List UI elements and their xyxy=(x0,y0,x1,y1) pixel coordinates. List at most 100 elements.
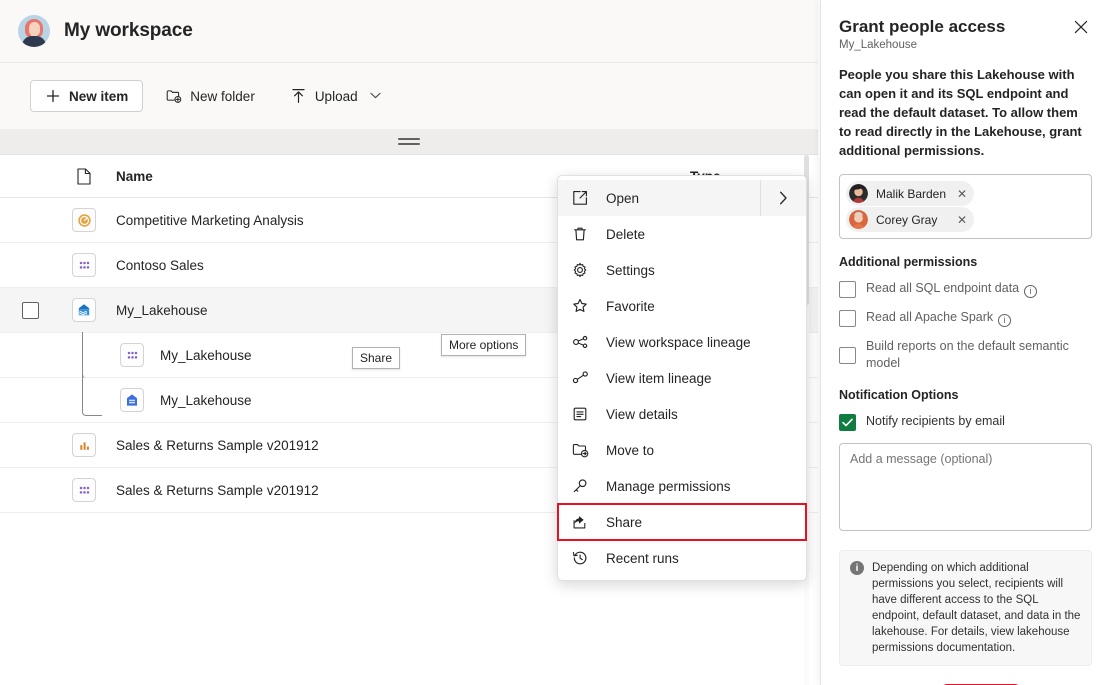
panel-title: Grant people access xyxy=(839,16,1005,38)
share-icon xyxy=(572,514,592,530)
message-input[interactable] xyxy=(839,443,1092,531)
menu-item-manage-permissions[interactable]: Manage permissions xyxy=(558,468,806,504)
permission-label: Read all SQL endpoint data xyxy=(866,281,1019,295)
info-icon: i xyxy=(850,561,864,575)
menu-item-label: Delete xyxy=(606,227,645,242)
note-text: Depending on which additional permission… xyxy=(872,560,1081,656)
tree-connector xyxy=(82,356,102,416)
upload-button[interactable]: Upload xyxy=(278,80,394,112)
semantic-model-icon xyxy=(60,343,152,367)
menu-item-open[interactable]: Open xyxy=(558,180,806,216)
lineage-icon xyxy=(572,334,592,350)
menu-item-settings[interactable]: Settings xyxy=(558,252,806,288)
menu-item-label: View workspace lineage xyxy=(606,335,751,350)
lakehouse-icon xyxy=(60,298,108,322)
checkbox-notify-recipients[interactable] xyxy=(839,414,856,431)
menu-item-label: Recent runs xyxy=(606,551,679,566)
panel-subtitle: My_Lakehouse xyxy=(839,39,1005,51)
drag-handle-icon[interactable] xyxy=(398,138,420,146)
report-icon xyxy=(60,433,108,457)
menu-item-label: Favorite xyxy=(606,299,655,314)
history-icon xyxy=(572,550,592,566)
remove-icon[interactable]: ✕ xyxy=(954,213,970,227)
permission-row-build-reports[interactable]: Build reports on the default semantic mo… xyxy=(839,338,1092,372)
avatar xyxy=(849,184,868,203)
new-folder-icon xyxy=(166,88,182,104)
gear-icon xyxy=(572,262,592,278)
row-checkbox[interactable] xyxy=(0,302,60,319)
menu-item-label: Share xyxy=(606,515,642,530)
permission-label: Read all Apache Spark xyxy=(866,310,993,324)
notify-row[interactable]: Notify recipients by email xyxy=(839,413,1092,431)
workspace-header: My workspace xyxy=(0,0,818,63)
permission-row-apache-spark[interactable]: Read all Apache Spark i xyxy=(839,309,1092,327)
panel-header: Grant people access My_Lakehouse xyxy=(839,16,1092,51)
panel-description: People you share this Lakehouse with can… xyxy=(839,65,1092,160)
notification-options-title: Notification Options xyxy=(839,388,1092,402)
fabric-workspace-screen: My workspace New item New folder Upload xyxy=(0,0,1110,685)
chevron-down-icon xyxy=(370,91,381,101)
panel-resize-strip[interactable] xyxy=(0,129,818,155)
person-pill[interactable]: Malik Barden ✕ xyxy=(846,181,974,206)
dashboard-icon xyxy=(60,208,108,232)
grant-people-access-panel: Grant people access My_Lakehouse People … xyxy=(820,0,1110,685)
checkbox-build-reports[interactable] xyxy=(839,347,856,364)
semantic-model-icon xyxy=(60,478,108,502)
additional-permissions-title: Additional permissions xyxy=(839,255,1092,269)
person-pill[interactable]: Corey Gray ✕ xyxy=(846,207,974,232)
remove-icon[interactable]: ✕ xyxy=(954,187,970,201)
permissions-note: i Depending on which additional permissi… xyxy=(839,550,1092,666)
document-type-header-icon xyxy=(60,168,108,185)
page-title: My workspace xyxy=(64,20,193,42)
permission-label: Build reports on the default semantic mo… xyxy=(866,338,1092,372)
upload-label: Upload xyxy=(315,89,358,104)
new-folder-label: New folder xyxy=(190,89,255,104)
menu-item-label: View item lineage xyxy=(606,371,712,386)
avatar xyxy=(849,210,868,229)
menu-item-label: Manage permissions xyxy=(606,479,731,494)
menu-item-move-to[interactable]: Move to xyxy=(558,432,806,468)
menu-item-view-details[interactable]: View details xyxy=(558,396,806,432)
toolbar: New item New folder Upload xyxy=(0,63,818,129)
new-folder-button[interactable]: New folder xyxy=(153,80,268,112)
info-icon[interactable]: i xyxy=(998,314,1011,327)
share-tooltip: Share xyxy=(352,347,400,369)
menu-item-recent-runs[interactable]: Recent runs xyxy=(558,540,806,576)
person-name: Corey Gray xyxy=(876,213,954,227)
menu-item-label: View details xyxy=(606,407,678,422)
menu-item-share[interactable]: Share xyxy=(558,504,806,540)
move-to-icon xyxy=(572,442,592,458)
close-icon[interactable] xyxy=(1070,16,1092,38)
open-external-icon xyxy=(572,190,592,206)
menu-item-view-workspace-lineage[interactable]: View workspace lineage xyxy=(558,324,806,360)
context-menu: Open Delete Settings Favorite xyxy=(557,175,807,581)
user-avatar-icon xyxy=(18,15,50,47)
menu-item-view-item-lineage[interactable]: View item lineage xyxy=(558,360,806,396)
semantic-model-icon xyxy=(60,253,108,277)
star-icon xyxy=(572,298,592,314)
people-picker[interactable]: Malik Barden ✕ Corey Gray ✕ xyxy=(839,174,1092,239)
sql-endpoint-icon xyxy=(60,388,152,412)
permission-row-sql-endpoint[interactable]: Read all SQL endpoint data i xyxy=(839,280,1092,298)
trash-icon xyxy=(572,226,592,242)
menu-item-delete[interactable]: Delete xyxy=(558,216,806,252)
person-name: Malik Barden xyxy=(876,187,954,201)
menu-item-label: Move to xyxy=(606,443,654,458)
checkbox-read-sql-endpoint[interactable] xyxy=(839,281,856,298)
upload-icon xyxy=(291,88,307,104)
new-item-button[interactable]: New item xyxy=(30,80,143,112)
plus-icon xyxy=(45,88,61,104)
menu-item-label: Settings xyxy=(606,263,655,278)
chevron-right-icon xyxy=(779,191,788,205)
new-item-label: New item xyxy=(69,89,128,104)
info-icon[interactable]: i xyxy=(1024,285,1037,298)
more-options-tooltip: More options xyxy=(441,334,526,356)
menu-item-label: Open xyxy=(606,191,639,206)
item-lineage-icon xyxy=(572,370,592,386)
details-icon xyxy=(572,406,592,422)
key-icon xyxy=(572,478,592,494)
notify-label: Notify recipients by email xyxy=(866,413,1005,430)
checkbox-read-apache-spark[interactable] xyxy=(839,310,856,327)
open-submenu-button[interactable] xyxy=(760,180,806,216)
menu-item-favorite[interactable]: Favorite xyxy=(558,288,806,324)
